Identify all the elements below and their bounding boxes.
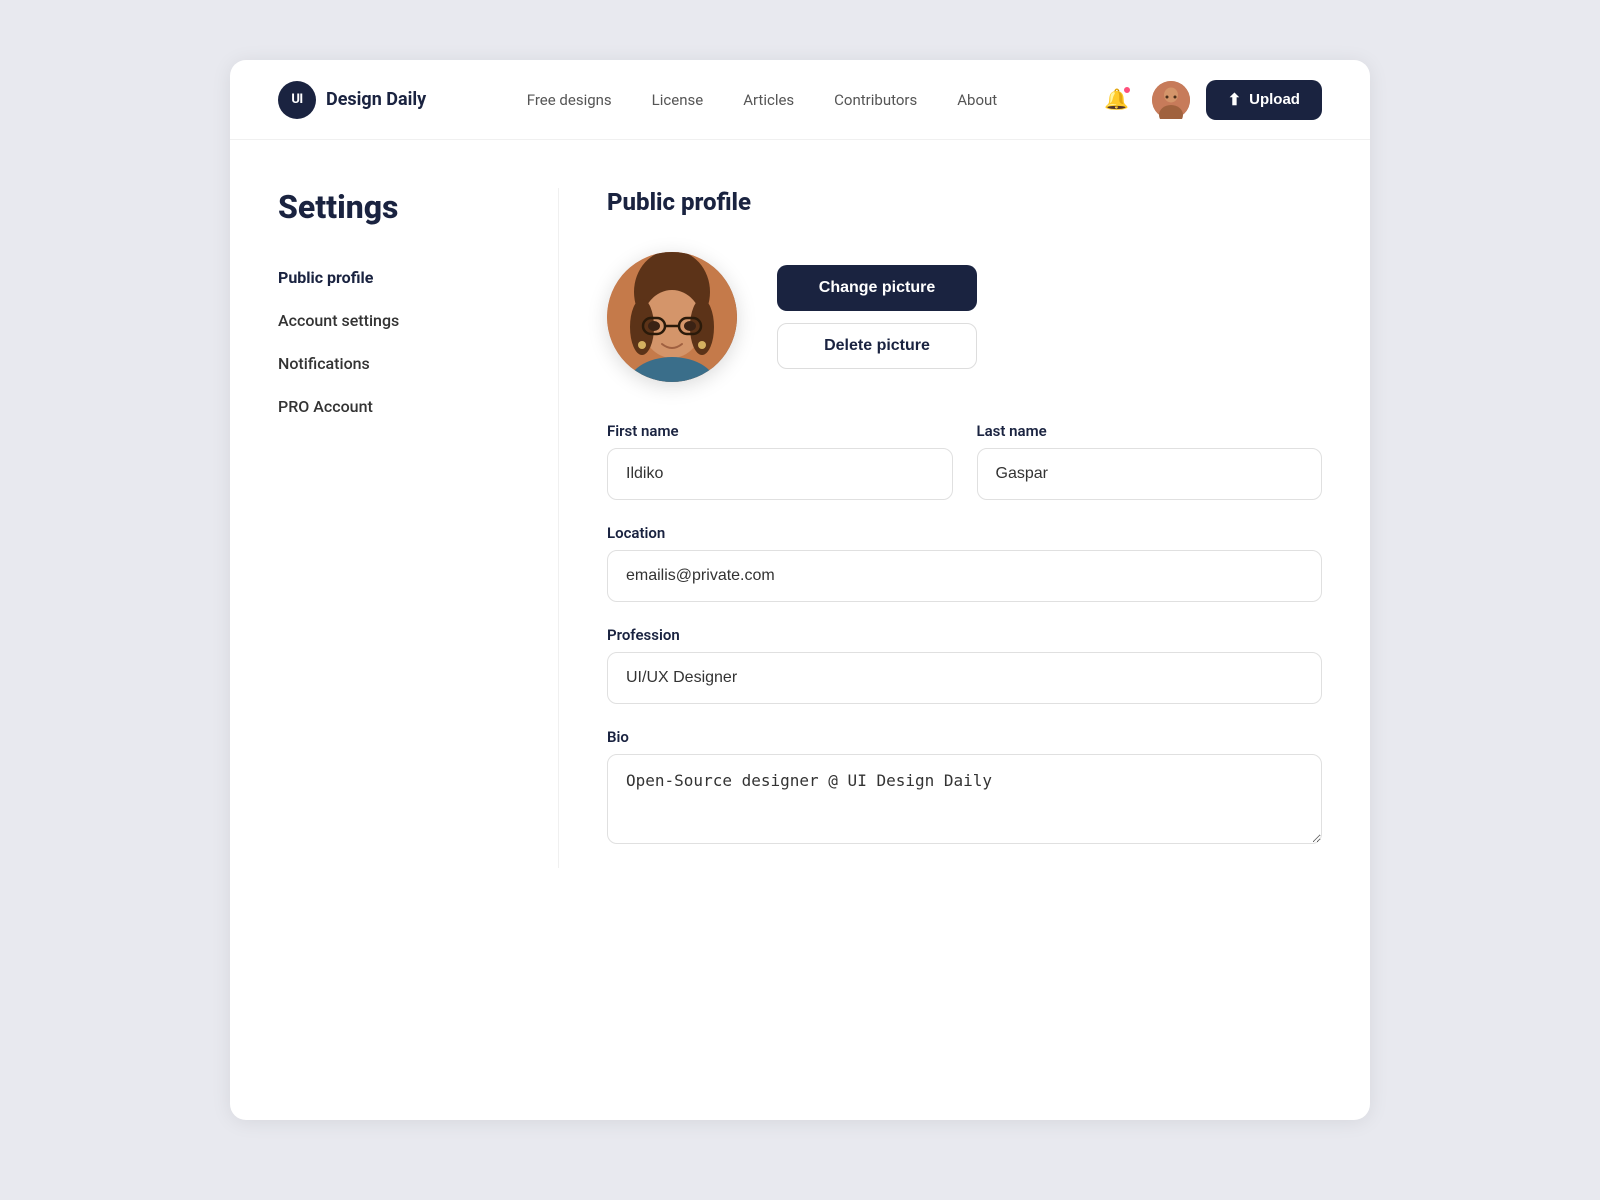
upload-label: Upload: [1249, 91, 1300, 108]
main-nav: Free designs License Articles Contributo…: [527, 91, 997, 109]
delete-picture-button[interactable]: Delete picture: [777, 323, 977, 369]
settings-sidebar: Settings Public profile Account settings…: [278, 188, 558, 868]
profile-avatar: [607, 252, 737, 382]
location-group: Location: [607, 524, 1322, 602]
profile-avatar-image: [607, 252, 737, 382]
picture-actions: Change picture Delete picture: [777, 265, 977, 369]
last-name-label: Last name: [977, 422, 1323, 440]
sidebar-item-account-settings[interactable]: Account settings: [278, 301, 558, 340]
location-input[interactable]: [607, 550, 1322, 602]
notifications-button[interactable]: 🔔: [1098, 81, 1136, 119]
notification-dot: [1122, 85, 1132, 95]
bio-group: Bio: [607, 728, 1322, 844]
profession-row: Profession: [607, 626, 1322, 704]
avatar-image: [1152, 81, 1190, 119]
upload-icon: ⬆: [1228, 90, 1241, 110]
name-row: First name Last name: [607, 422, 1322, 500]
bio-input[interactable]: [607, 754, 1322, 844]
nav-articles[interactable]: Articles: [743, 91, 794, 109]
upload-button[interactable]: ⬆ Upload: [1206, 80, 1322, 120]
logo-icon: UI: [278, 81, 316, 119]
last-name-group: Last name: [977, 422, 1323, 500]
bio-label: Bio: [607, 728, 1322, 746]
logo-area[interactable]: UI Design Daily: [278, 81, 426, 119]
nav-contributors[interactable]: Contributors: [834, 91, 917, 109]
nav-license[interactable]: License: [652, 91, 704, 109]
bio-row: Bio: [607, 728, 1322, 844]
main-content: Settings Public profile Account settings…: [230, 140, 1370, 916]
location-label: Location: [607, 524, 1322, 542]
last-name-input[interactable]: [977, 448, 1323, 500]
sidebar-item-public-profile[interactable]: Public profile: [278, 258, 558, 297]
header: UI Design Daily Free designs License Art…: [230, 60, 1370, 140]
logo-text: Design Daily: [326, 89, 426, 110]
first-name-label: First name: [607, 422, 953, 440]
profession-label: Profession: [607, 626, 1322, 644]
nav-free-designs[interactable]: Free designs: [527, 91, 612, 109]
profession-group: Profession: [607, 626, 1322, 704]
first-name-input[interactable]: [607, 448, 953, 500]
settings-content-panel: Public profile: [558, 188, 1322, 868]
profile-picture-section: Change picture Delete picture: [607, 252, 1322, 382]
location-row: Location: [607, 524, 1322, 602]
sidebar-item-notifications[interactable]: Notifications: [278, 344, 558, 383]
sidebar-item-pro-account[interactable]: PRO Account: [278, 387, 558, 426]
change-picture-button[interactable]: Change picture: [777, 265, 977, 311]
first-name-group: First name: [607, 422, 953, 500]
nav-about[interactable]: About: [957, 91, 997, 109]
app-container: UI Design Daily Free designs License Art…: [230, 60, 1370, 1120]
settings-title: Settings: [278, 188, 558, 226]
settings-nav: Public profile Account settings Notifica…: [278, 258, 558, 426]
user-avatar[interactable]: [1152, 81, 1190, 119]
panel-title: Public profile: [607, 188, 1322, 216]
header-actions: 🔔 ⬆ Upload: [1098, 80, 1322, 120]
profession-input[interactable]: [607, 652, 1322, 704]
